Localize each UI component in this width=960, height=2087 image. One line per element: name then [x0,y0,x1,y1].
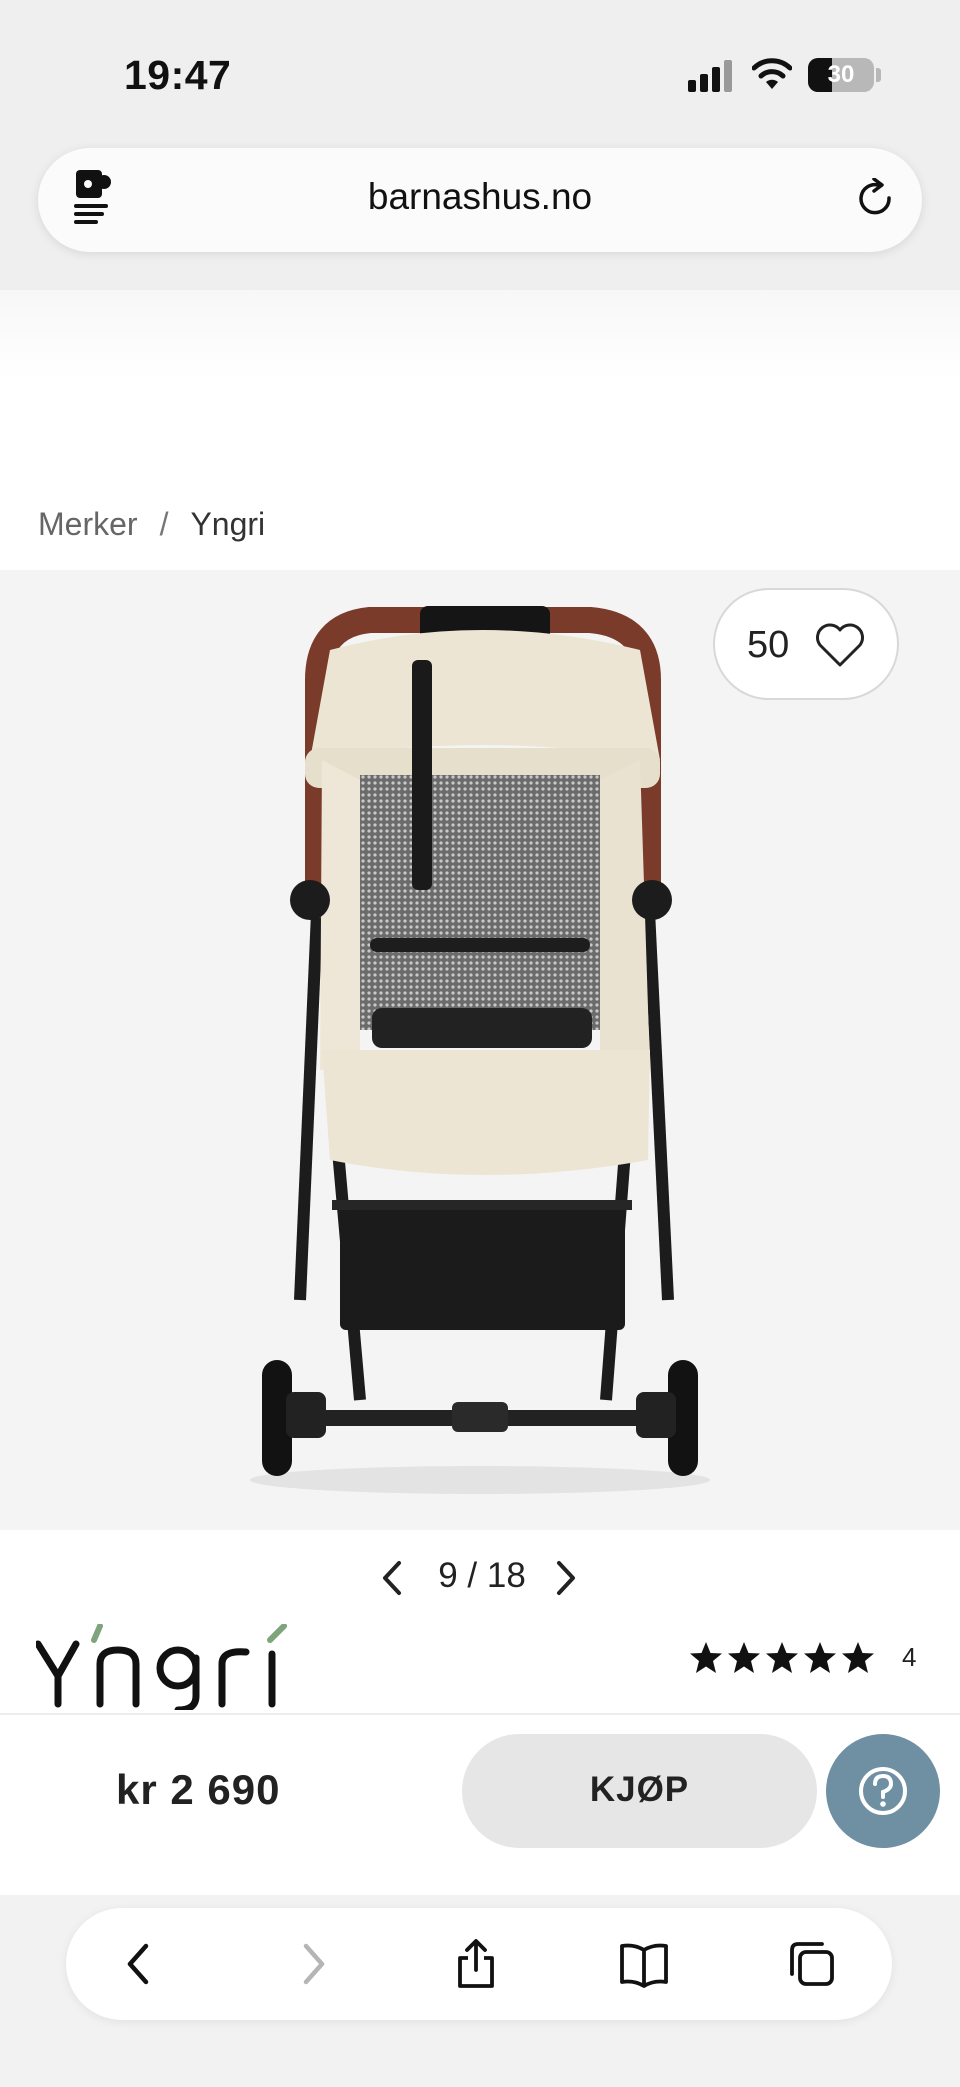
battery-cap [876,68,881,82]
wishlist-count: 50 [747,624,790,666]
buy-button-label[interactable]: KJØP [462,1770,817,1810]
star-icon [690,1642,874,1673]
review-count[interactable]: 4 [902,1642,916,1673]
url-text[interactable]: barnashus.no [280,176,680,218]
share-icon[interactable] [450,1938,502,1990]
tabs-icon[interactable] [786,1938,838,1990]
rating-stars[interactable] [688,1640,878,1676]
back-icon[interactable] [114,1938,166,1990]
reload-icon[interactable] [856,178,896,220]
product-image-gallery[interactable] [0,570,960,1530]
product-image [250,606,710,1494]
product-price: kr 2 690 [116,1766,281,1813]
breadcrumb: Merker / Yngri [38,506,265,543]
bookmarks-icon[interactable] [618,1938,670,1990]
breadcrumb-item-merker[interactable]: Merker [38,506,138,542]
breadcrumb-item-current: Yngri [190,506,266,542]
breadcrumb-separator: / [159,506,169,542]
image-pager: 9 / 18 [420,1556,544,1596]
site-header [0,290,960,380]
chevron-right-icon[interactable] [554,1560,578,1596]
signal-icon [688,60,734,92]
wishlist-button[interactable] [713,588,899,700]
help-button[interactable] [826,1734,940,1848]
image-total: / 18 [467,1556,526,1595]
forward-icon[interactable] [286,1938,338,1990]
image-index: 9 [438,1556,458,1595]
wifi-icon [752,58,792,89]
brand-logo-yngri[interactable] [36,1624,298,1710]
status-time: 19:47 [124,52,232,98]
heart-icon [816,623,864,667]
site-settings-icon[interactable] [74,168,114,224]
battery-level: 30 [827,61,855,88]
battery-indicator: 30 [808,58,874,92]
chevron-left-icon[interactable] [380,1560,404,1596]
help-icon [859,1767,907,1815]
